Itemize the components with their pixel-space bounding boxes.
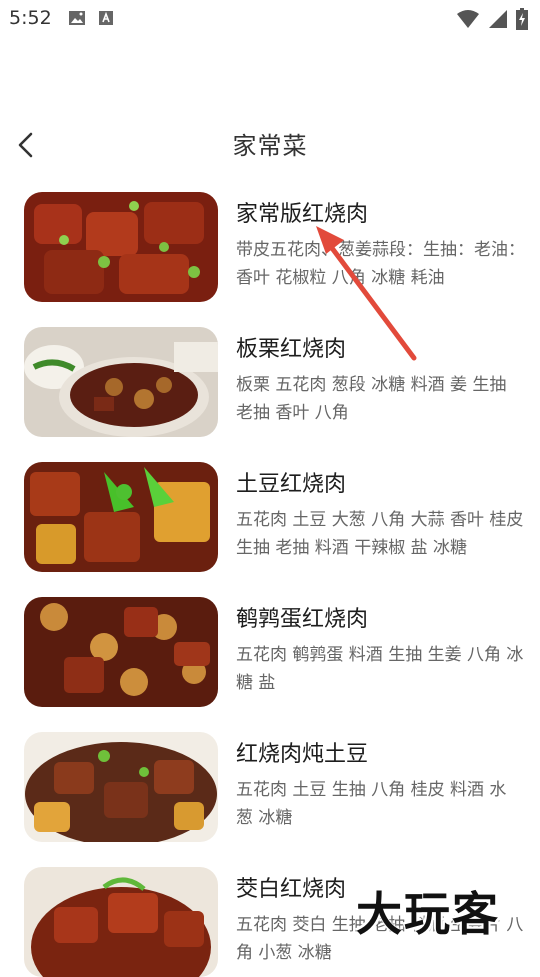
battery-icon	[516, 8, 528, 30]
image-icon	[69, 11, 85, 25]
recipe-ingredients: 五花肉 土豆 大葱 八角 大蒜 香叶 桂皮 生抽 老抽 料酒 干辣椒 盐 冰糖	[236, 510, 524, 558]
recipe-ingredients: 五花肉 鹌鹑蛋 料酒 生抽 生姜 八角 冰糖 盐	[236, 645, 524, 693]
recipe-thumbnail	[24, 867, 218, 977]
a-badge-icon	[99, 11, 113, 25]
watermark: 大玩客	[356, 887, 500, 941]
recipe-name: 板栗红烧肉	[236, 337, 347, 362]
recipe-name: 鹌鹑蛋红烧肉	[236, 607, 369, 632]
recipe-thumbnail	[24, 597, 218, 707]
recipe-thumbnail	[24, 192, 218, 302]
recipe-thumbnail	[24, 462, 218, 572]
recipe-thumbnail	[24, 732, 218, 842]
signal-icon	[489, 10, 507, 28]
recipe-name: 土豆红烧肉	[236, 472, 347, 497]
recipe-ingredients: 五花肉 土豆 生抽 八角 桂皮 料酒 水 葱 冰糖	[236, 780, 507, 828]
recipe-item[interactable]: 鹌鹑蛋红烧肉 五花肉 鹌鹑蛋 料酒 生抽 生姜 八角 冰糖 盐	[0, 595, 540, 707]
top-bar: 家常菜	[0, 118, 540, 170]
recipe-name: 茭白红烧肉	[236, 877, 347, 902]
page-title: 家常菜	[232, 132, 308, 160]
wifi-icon	[457, 10, 479, 28]
status-right-icons	[456, 8, 528, 30]
recipe-ingredients: 带皮五花肉、葱姜蒜段：生抽：老油：香叶 花椒粒 八角 冰糖 耗油	[236, 240, 525, 288]
status-time: 5:52	[9, 7, 52, 29]
recipe-name: 家常版红烧肉	[236, 202, 369, 227]
recipe-ingredients: 板栗 五花肉 葱段 冰糖 料酒 姜 生抽 老抽 香叶 八角	[236, 375, 507, 423]
recipe-thumbnail	[24, 327, 218, 437]
recipe-item[interactable]: 板栗红烧肉 板栗 五花肉 葱段 冰糖 料酒 姜 生抽 老抽 香叶 八角	[0, 325, 540, 437]
recipe-item[interactable]: 红烧肉炖土豆 五花肉 土豆 生抽 八角 桂皮 料酒 水 葱 冰糖	[0, 730, 540, 842]
recipe-item[interactable]: 土豆红烧肉 五花肉 土豆 大葱 八角 大蒜 香叶 桂皮 生抽 老抽 料酒 干辣椒…	[0, 460, 540, 572]
recipe-item[interactable]: 家常版红烧肉 带皮五花肉、葱姜蒜段：生抽：老油：香叶 花椒粒 八角 冰糖 耗油	[0, 190, 540, 302]
status-bar: 5:52	[0, 0, 540, 36]
recipe-name: 红烧肉炖土豆	[236, 742, 369, 767]
status-left-icons	[68, 10, 114, 26]
